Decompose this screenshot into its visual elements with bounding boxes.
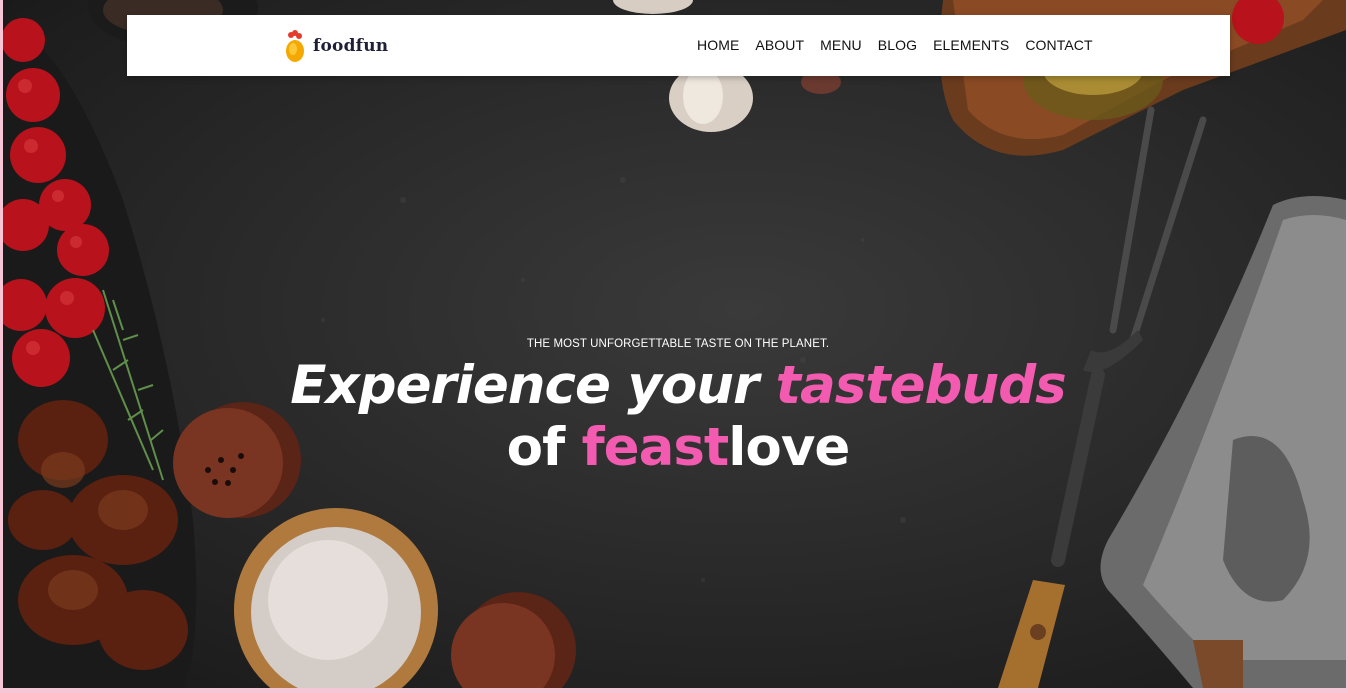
nav-elements[interactable]: ELEMENTS <box>933 37 1009 53</box>
nav-about[interactable]: ABOUT <box>755 37 804 53</box>
brand-name: foodfun <box>313 36 389 56</box>
page-frame: foodfun HOME ABOUT MENU BLOG ELEMENTS CO… <box>0 0 1348 693</box>
hero-eyebrow: THE MOST UNFORGETTABLE TASTE ON THE PLAN… <box>526 338 830 350</box>
nav-home[interactable]: HOME <box>697 37 739 53</box>
headline-line2-tail: love <box>728 417 850 478</box>
nav-menu[interactable]: MENU <box>820 37 862 53</box>
nav-blog[interactable]: BLOG <box>878 37 917 53</box>
main-nav: HOME ABOUT MENU BLOG ELEMENTS CONTACT <box>697 37 1109 53</box>
hero-section: foodfun HOME ABOUT MENU BLOG ELEMENTS CO… <box>3 0 1346 688</box>
brand-logo[interactable]: foodfun <box>283 29 388 63</box>
nav-contact[interactable]: CONTACT <box>1025 37 1092 53</box>
headline-line2-accent: feast <box>581 417 730 478</box>
headline-line1-text: Experience your <box>290 355 776 416</box>
headline-line2-text: of <box>506 417 582 478</box>
chick-egg-icon <box>283 29 307 63</box>
site-header: foodfun HOME ABOUT MENU BLOG ELEMENTS CO… <box>127 15 1230 76</box>
hero-headline-line1: Experience your tastebuds <box>3 355 1346 416</box>
headline-line1-accent: tastebuds <box>775 355 1067 416</box>
hero-headline-line2: of feastlove <box>3 417 1346 478</box>
